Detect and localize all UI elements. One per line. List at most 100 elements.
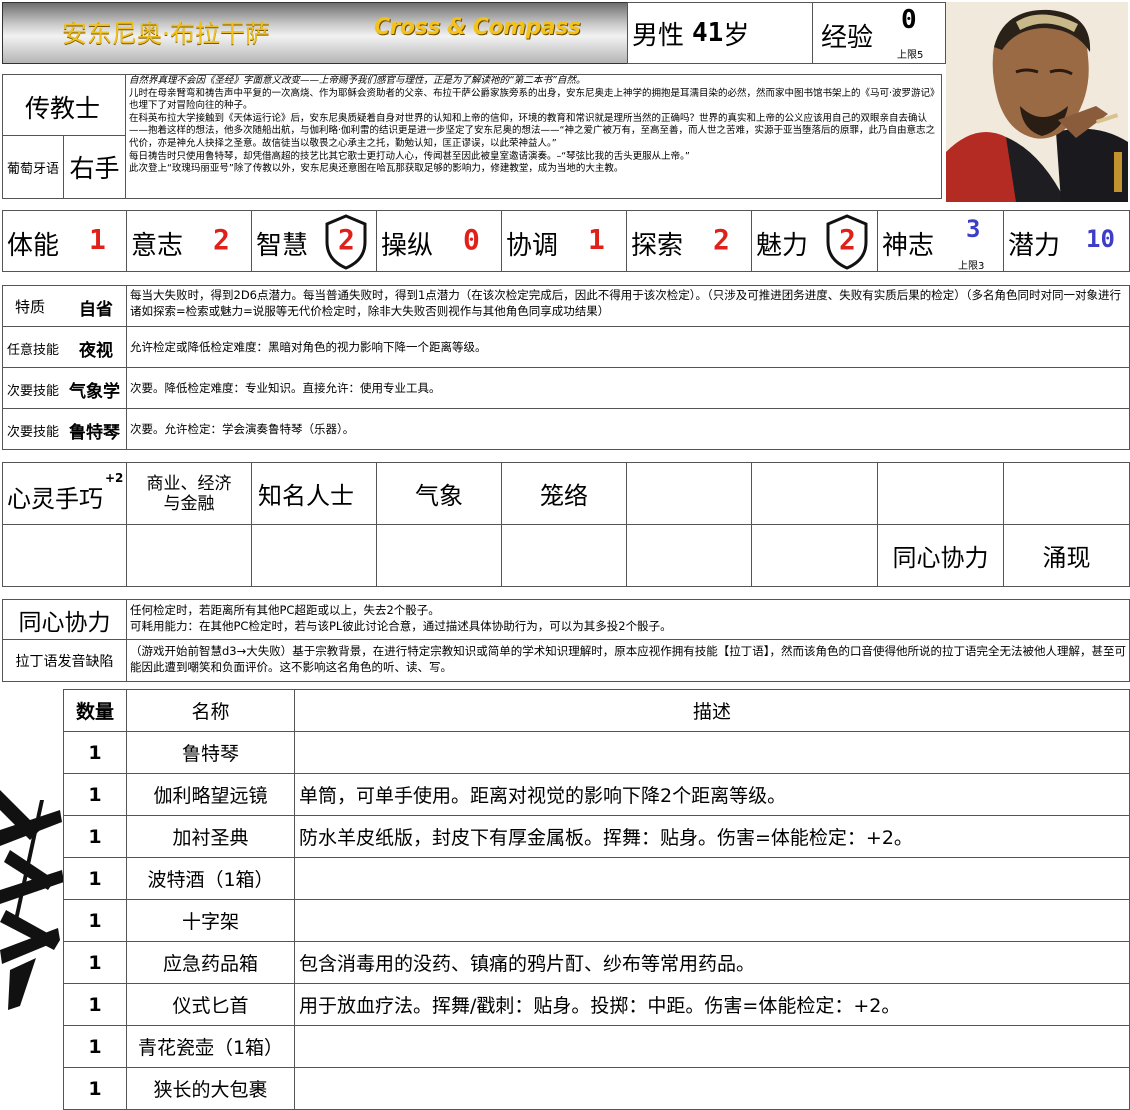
- skill-row-trait-label: 特质 自省: [2, 285, 127, 327]
- specialty-cell: [501, 524, 627, 587]
- item-desc: [294, 899, 1130, 942]
- attr-value: 2: [713, 223, 730, 256]
- ability-name: 拉丁语发音缺陷: [2, 639, 127, 682]
- ability-desc: （游戏开始前智慧d3→大失败）基于宗教背景，在进行特定宗教知识或简单的学术知识理…: [126, 639, 1130, 682]
- bio-paragraph: 此次登上“玫瑰玛丽亚号”除了传教以外，安东尼奥还意图在哈瓦那获取足够的影响力，修…: [129, 163, 624, 175]
- item-name: 青花瓷壶（1箱）: [126, 1025, 295, 1068]
- specialty-cell: 笼络: [501, 462, 627, 525]
- table-row: 1 波特酒（1箱）: [63, 857, 1130, 900]
- specialty-cell: [877, 462, 1004, 525]
- gender-age-box: 男性 41 岁: [627, 2, 813, 64]
- specialty-cell: 商业、经济 与金融: [126, 462, 252, 525]
- specialty-cell: [251, 524, 377, 587]
- attr-coordination: 协调 1: [501, 210, 627, 272]
- item-qty: 1: [63, 731, 127, 774]
- character-portrait: [946, 2, 1128, 202]
- inventory-table: 数量 名称 描述 1 鲁特琴 1 伽利略望远镜 单筒，可单手使用。距离对视觉的影…: [63, 689, 1130, 1110]
- exp-label: 经验: [821, 23, 874, 53]
- skill-type: 次要技能: [7, 425, 60, 440]
- item-desc: [294, 731, 1130, 774]
- item-desc: [294, 1067, 1130, 1110]
- skill-row-label: 次要技能 鲁特琴: [2, 408, 127, 450]
- item-qty: 1: [63, 941, 127, 984]
- gender-label: 男性: [632, 20, 685, 51]
- biography: 自然界真理不会因《圣经》字面意义改变——上帝赐予我们感官与理性，正是为了解读祂的…: [125, 74, 942, 199]
- item-name: 十字架: [126, 899, 295, 942]
- ability-desc: 任何检定时，若距离所有其他PC超距或以上，失去2个骰子。 可耗用能力：在其他PC…: [126, 599, 1130, 640]
- table-row: 1 十字架: [63, 899, 1130, 942]
- item-qty: 1: [63, 1067, 127, 1110]
- item-desc: 单筒，可单手使用。距离对视觉的影响下降2个距离等级。: [294, 773, 1130, 816]
- brand-logo: Cross & Compass: [374, 15, 581, 40]
- attr-value: 10: [1086, 225, 1115, 253]
- skill-row-label: 任意技能 夜视: [2, 326, 127, 368]
- specialty-grid: 心灵手巧 +2 商业、经济 与金融 知名人士 气象 笼络 同心协力 涌现: [0, 462, 1130, 588]
- exp-value: 0: [901, 5, 917, 35]
- attr-will: 意志 2: [126, 210, 252, 272]
- table-header-row: 数量 名称 描述: [63, 689, 1130, 732]
- ability-name: 同心协力: [2, 599, 127, 640]
- skill-type: 任意技能: [7, 343, 60, 358]
- attr-value: 1: [588, 223, 605, 256]
- table-row: 1 狭长的大包裹: [63, 1067, 1130, 1110]
- attr-value: 2: [839, 223, 856, 256]
- item-qty: 1: [63, 1025, 127, 1068]
- table-row: 1 加衬圣典 防水羊皮纸版，封皮下有厚金属板。挥舞：贴身。伤害=体能检定：+2。: [63, 815, 1130, 858]
- attr-label: 体能: [7, 231, 60, 261]
- bio-paragraph: 在科英布拉大学接触到《天体运行论》后，安东尼奥质疑着自身对世界的认知和上帝的信仰…: [129, 112, 935, 149]
- skill-desc: 每当大失败时，得到2D6点潜力。每当普通失败时，得到1点潜力（在该次检定完成后，…: [126, 285, 1130, 327]
- language-box: 葡萄牙语: [2, 135, 64, 199]
- attr-label: 操纵: [381, 231, 434, 261]
- attr-charisma: 魅力 2: [751, 210, 878, 272]
- column-header-qty: 数量: [63, 689, 127, 732]
- item-name: 伽利略望远镜: [126, 773, 295, 816]
- skill-type: 特质: [15, 298, 46, 316]
- attr-value: 2: [338, 223, 355, 256]
- table-row: 1 青花瓷壶（1箱）: [63, 1025, 1130, 1068]
- specialty-cell: [1003, 462, 1130, 525]
- attr-manipulation: 操纵 0: [376, 210, 502, 272]
- attr-value: 2: [213, 223, 230, 256]
- item-desc: 包含消毒用的没药、镇痛的鸦片酊、纱布等常用药品。: [294, 941, 1130, 984]
- attr-potential: 潜力 10: [1003, 210, 1130, 272]
- occupation: 传教士: [25, 94, 101, 123]
- bio-paragraph: 每日祷告时只使用鲁特琴，却凭借高超的技艺比其它歌士更打动人心，传闻甚至因此被皇室…: [129, 150, 690, 162]
- item-qty: 1: [63, 773, 127, 816]
- attr-sanity: 神志 3 上限3: [877, 210, 1004, 272]
- specialty-cell: [751, 524, 878, 587]
- attr-value: 3: [966, 215, 981, 243]
- attr-label: 潜力: [1008, 231, 1061, 261]
- item-name: 鲁特琴: [126, 731, 295, 774]
- attributes-row: 体能 1 意志 2 智慧 2 操纵 0 协调 1 探索 2 魅力 2 神志 3 …: [0, 210, 1130, 272]
- item-qty: 1: [63, 899, 127, 942]
- occupation-box: 传教士: [2, 74, 126, 136]
- handedness-box: 右手: [63, 135, 126, 199]
- attr-cap: 上限3: [958, 261, 985, 272]
- bio-paragraph: 儿时在母亲臂弯和祷告声中平复的一次高烧、作为耶稣会资助者的父亲、布拉干萨公爵家族…: [129, 87, 935, 112]
- skill-name: 夜视: [79, 341, 113, 361]
- item-name: 应急药品箱: [126, 941, 295, 984]
- table-row: 1 伽利略望远镜 单筒，可单手使用。距离对视觉的影响下降2个距离等级。: [63, 773, 1130, 816]
- handedness: 右手: [69, 154, 120, 183]
- portrait-illustration: [946, 2, 1128, 202]
- specialty-cell: 同心协力: [877, 524, 1004, 587]
- attr-label: 智慧: [256, 231, 309, 261]
- skill-desc: 允许检定或降低检定难度：黑暗对角色的视力影响下降一个距离等级。: [126, 326, 1130, 368]
- skill-row-label: 次要技能 气象学: [2, 367, 127, 409]
- item-desc: [294, 1025, 1130, 1068]
- specialty-label: 心灵手巧: [7, 485, 103, 513]
- specialty-cell: 涌现: [1003, 524, 1130, 587]
- attr-physique: 体能 1: [2, 210, 127, 272]
- attr-exploration: 探索 2: [626, 210, 752, 272]
- specialty-bonus-badge: +2: [105, 471, 124, 485]
- specialty-cell: [626, 524, 752, 587]
- attr-label: 探索: [631, 231, 684, 261]
- skill-name: 鲁特琴: [69, 423, 120, 443]
- specialty-cell: [626, 462, 752, 525]
- attr-label: 协调: [506, 231, 559, 261]
- item-qty: 1: [63, 815, 127, 858]
- skill-desc: 次要。允许检定：学会演奏鲁特琴（乐器）。: [126, 408, 1130, 450]
- skill-desc: 次要。降低检定难度：专业知识。直接允许：使用专业工具。: [126, 367, 1130, 409]
- item-name: 波特酒（1箱）: [126, 857, 295, 900]
- skill-name: 自省: [79, 300, 113, 320]
